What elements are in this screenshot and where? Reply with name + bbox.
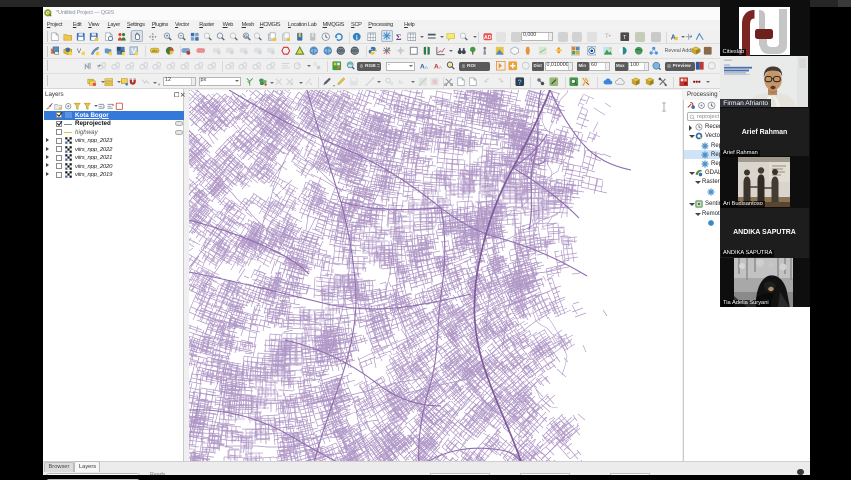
svg-text:?: ?	[518, 79, 522, 86]
svg-text:fx: fx	[398, 79, 403, 85]
svg-text:V: V	[77, 48, 82, 55]
svg-text:AD: AD	[484, 34, 492, 40]
svg-text:A: A	[425, 65, 429, 70]
svg-text:−: −	[179, 34, 182, 39]
svg-text:i: i	[356, 34, 358, 41]
svg-text:T: T	[623, 34, 627, 40]
svg-text:abc: abc	[152, 49, 158, 53]
svg-text:G: G	[244, 33, 248, 39]
svg-text:Σ: Σ	[395, 32, 401, 42]
svg-text:A: A	[439, 65, 443, 70]
svg-text:+: +	[165, 34, 168, 39]
